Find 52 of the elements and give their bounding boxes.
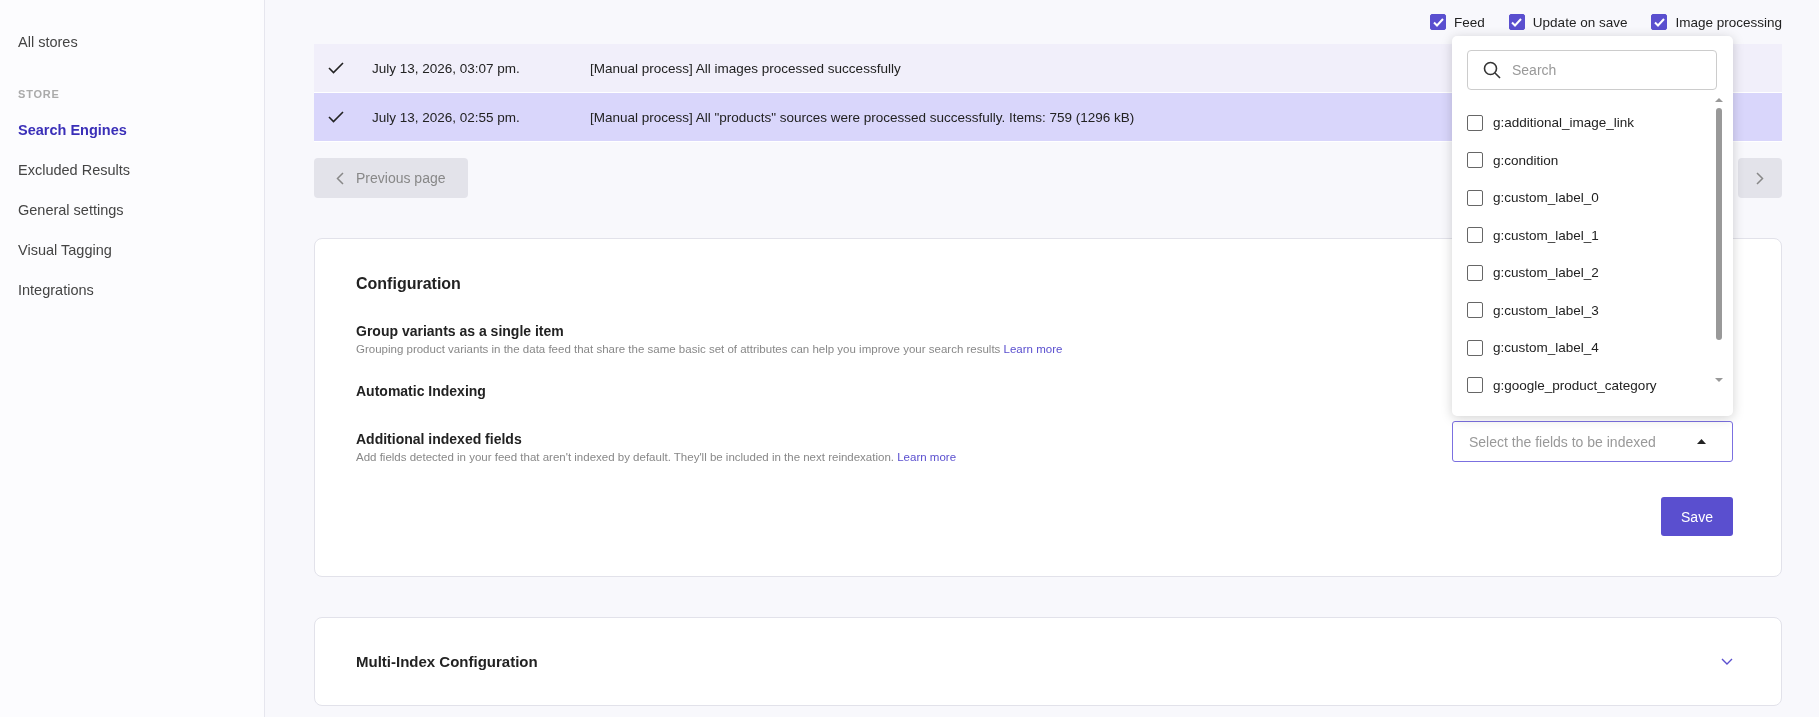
- message-text: [Manual process] All images processed successfully: [590, 60, 901, 76]
- sidebar-item[interactable]: Integrations: [18, 282, 94, 298]
- option-label[interactable]: g:additional_image_link: [1493, 115, 1635, 131]
- checkbox-label: Update on save: [1532, 14, 1628, 30]
- setting-title: Additional indexed fields: [356, 431, 523, 447]
- learn-more-link[interactable]: Learn more: [897, 451, 957, 463]
- check-icon: [328, 62, 344, 74]
- sidebar-item[interactable]: General settings: [18, 202, 124, 218]
- sidebar-item[interactable]: Search Engines: [18, 122, 127, 138]
- multi-index-card[interactable]: Multi-Index Configuration: [314, 617, 1782, 706]
- checkbox-label: Feed: [1454, 14, 1485, 30]
- checkbox[interactable]: [1430, 14, 1447, 30]
- caret-up-icon: [1697, 439, 1706, 444]
- sidebar-item[interactable]: Excluded Results: [18, 162, 131, 178]
- sidebar-item[interactable]: Visual Tagging: [18, 242, 112, 258]
- checkbox-label: Image processing: [1675, 14, 1782, 30]
- search-field[interactable]: Search: [1467, 50, 1717, 90]
- date-text: July 13, 2026, 03:07 pm.: [372, 60, 521, 76]
- option-label[interactable]: g:custom_label_4: [1493, 340, 1599, 356]
- checkbox[interactable]: [1651, 14, 1668, 30]
- message-text: [Manual process] All "products" sources were processed successfully. Items: 759 (1296 kB): [590, 109, 1135, 125]
- option-label[interactable]: g:custom_label_1: [1493, 227, 1599, 243]
- checkbox[interactable]: [1467, 189, 1483, 206]
- checkbox[interactable]: [1467, 377, 1483, 394]
- checkbox[interactable]: [1467, 227, 1483, 244]
- setting-title: Group variants as a single item: [356, 323, 565, 339]
- save-button[interactable]: Save: [1661, 497, 1733, 536]
- chevron-down-icon: [1721, 658, 1733, 665]
- checkbox[interactable]: [1467, 339, 1483, 356]
- section-heading: STORE: [18, 88, 61, 100]
- chevron-left-icon: [336, 171, 344, 185]
- setting-description: Grouping product variants in the data feed that share the same basic set of attributes can help you improve your search results Learn more: [356, 343, 1063, 355]
- checkbox[interactable]: [1508, 14, 1525, 30]
- card-title: Multi-Index Configuration: [356, 653, 538, 670]
- checkbox[interactable]: [1467, 302, 1483, 319]
- checkbox[interactable]: [1467, 152, 1483, 169]
- check-icon: [328, 111, 344, 123]
- option-label[interactable]: g:google_product_category: [1493, 377, 1657, 393]
- checkbox[interactable]: [1467, 114, 1483, 131]
- option-label[interactable]: g:condition: [1493, 152, 1559, 168]
- date-text: July 13, 2026, 02:55 pm.: [372, 109, 521, 125]
- learn-more-link[interactable]: Learn more: [1003, 343, 1063, 355]
- card-title: Configuration: [356, 275, 462, 293]
- option-label[interactable]: g:custom_label_2: [1493, 265, 1599, 281]
- checkbox[interactable]: [1467, 264, 1483, 281]
- option-label[interactable]: g:custom_label_3: [1493, 302, 1599, 318]
- search-icon: [1483, 61, 1501, 79]
- option-label[interactable]: g:custom_label_0: [1493, 190, 1599, 206]
- chevron-right-icon: [1756, 171, 1764, 185]
- all-stores-link[interactable]: All stores: [18, 34, 78, 50]
- setting-title: Automatic Indexing: [356, 383, 486, 399]
- setting-description: Add fields detected in your feed that aren't indexed by default. They'll be included in the next reindexation. Learn more: [356, 451, 957, 463]
